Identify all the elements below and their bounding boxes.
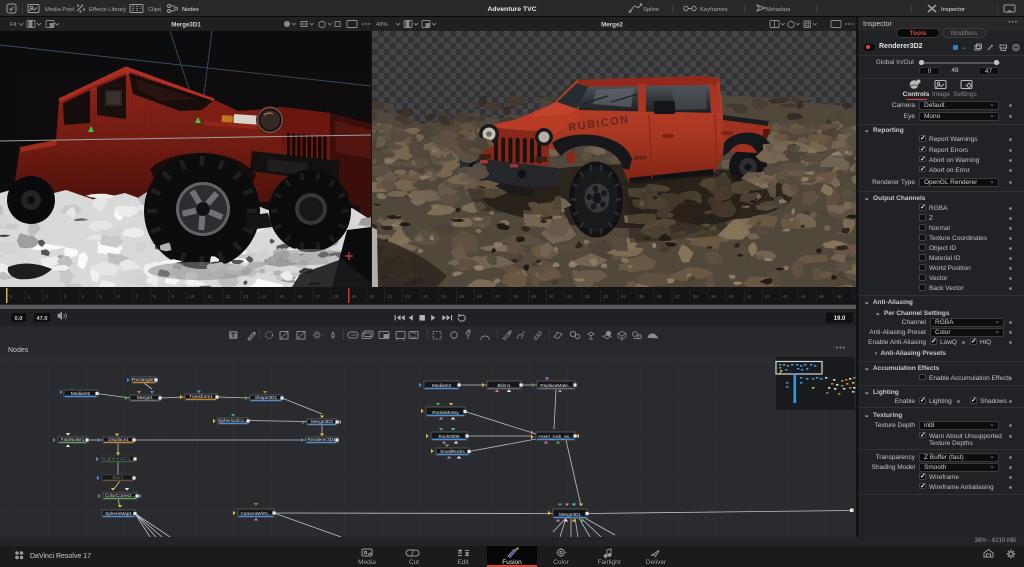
svg-text:2: 2 (45, 294, 48, 299)
svg-text:10: 10 (189, 294, 195, 299)
svg-text:6: 6 (117, 294, 120, 299)
svg-text:36: 36 (657, 294, 663, 299)
svg-text:Displace1: Displace1 (108, 437, 129, 442)
svg-text:13: 13 (243, 294, 249, 299)
svg-text:30: 30 (549, 294, 555, 299)
svg-text:Renderer3D4: Renderer3D4 (307, 437, 336, 442)
svg-text:Media Pool: Media Pool (45, 7, 74, 13)
svg-text:Spline: Spline (643, 7, 659, 13)
svg-text:Rectangle1: Rectangle1 (132, 377, 156, 382)
svg-text:44: 44 (801, 294, 807, 299)
svg-text:19.0: 19.0 (834, 316, 846, 322)
svg-text:5: 5 (99, 294, 102, 299)
svg-text:33: 33 (603, 294, 609, 299)
svg-text:19: 19 (351, 294, 357, 299)
svg-text:25: 25 (459, 294, 465, 299)
svg-text:FastNoise1: FastNoise1 (61, 437, 85, 442)
svg-text:1: 1 (27, 294, 30, 299)
svg-text:39: 39 (711, 294, 717, 299)
svg-text:Merge3D1: Merge3D1 (171, 22, 201, 29)
svg-text:Shape3D1: Shape3D1 (255, 395, 278, 400)
svg-text:SphericalCa...: SphericalCa... (218, 418, 247, 423)
svg-text:Media: Media (358, 559, 376, 566)
svg-text:Adventure TVC: Adventure TVC (487, 6, 536, 13)
svg-text:37: 37 (675, 294, 681, 299)
svg-text:Inspector: Inspector (941, 7, 965, 13)
svg-text:38: 38 (693, 294, 699, 299)
svg-text:Metadata: Metadata (766, 7, 791, 13)
svg-text:CameraWhN...: CameraWhN... (241, 511, 272, 516)
svg-text:28: 28 (513, 294, 519, 299)
svg-text:SphereMap1: SphereMap1 (105, 511, 132, 516)
svg-text:16: 16 (297, 294, 303, 299)
svg-text:43: 43 (783, 294, 789, 299)
svg-text:Keyframes: Keyframes (700, 7, 728, 13)
svg-text:Fit: Fit (10, 22, 17, 28)
svg-text:Rock0006: Rock0006 (438, 434, 460, 439)
svg-text:34: 34 (621, 294, 627, 299)
svg-text:SmallRocks: SmallRocks (440, 449, 465, 454)
svg-text:20: 20 (369, 294, 375, 299)
svg-text:49%: 49% (376, 22, 388, 28)
svg-text:47.0: 47.0 (37, 316, 48, 322)
svg-text:Merge3D2: Merge3D2 (311, 419, 333, 424)
svg-text:32: 32 (585, 294, 591, 299)
svg-text:Asset_rock_as...: Asset_rock_as... (538, 434, 573, 439)
svg-text:14: 14 (261, 294, 267, 299)
svg-text:12: 12 (225, 294, 231, 299)
svg-text:27: 27 (495, 294, 501, 299)
svg-text:Color: Color (553, 559, 569, 566)
svg-text:45: 45 (819, 294, 825, 299)
svg-text:46: 46 (837, 294, 843, 299)
svg-text:15: 15 (279, 294, 285, 299)
svg-text:29: 29 (531, 294, 537, 299)
svg-text:3: 3 (63, 294, 66, 299)
svg-text:23: 23 (423, 294, 429, 299)
svg-text:Deliver: Deliver (646, 559, 667, 566)
svg-text:0: 0 (10, 294, 13, 299)
svg-text:DaVinci Resolve 17: DaVinci Resolve 17 (30, 553, 91, 560)
svg-text:Blur1: Blur1 (113, 475, 124, 480)
svg-text:22: 22 (405, 294, 411, 299)
svg-text:RocksMossy: RocksMossy (432, 410, 459, 415)
svg-text:Edit: Edit (457, 559, 468, 566)
svg-text:Effects Library: Effects Library (89, 7, 126, 13)
svg-text:8: 8 (153, 294, 156, 299)
svg-text:11: 11 (207, 294, 212, 299)
svg-text:0.0: 0.0 (15, 316, 23, 322)
svg-text:ReplaceMate...: ReplaceMate... (540, 383, 572, 388)
svg-text:MediaIn3: MediaIn3 (432, 383, 452, 388)
svg-text:21: 21 (387, 294, 393, 299)
svg-text:Merge1: Merge1 (137, 395, 153, 400)
svg-text:Fusion: Fusion (502, 559, 522, 566)
svg-text:MediaIn5: MediaIn5 (71, 391, 91, 396)
svg-text:9: 9 (171, 294, 174, 299)
svg-text:42: 42 (765, 294, 771, 299)
svg-text:17: 17 (315, 294, 321, 299)
svg-text:Merge3D1: Merge3D1 (559, 512, 581, 517)
svg-text:Transform1: Transform1 (189, 394, 213, 399)
svg-text:ColorCorrect...: ColorCorrect... (105, 493, 135, 498)
svg-text:24: 24 (441, 294, 447, 299)
svg-text:BrightnessCo...: BrightnessCo... (102, 456, 134, 461)
svg-text:35: 35 (639, 294, 645, 299)
svg-text:31: 31 (567, 294, 573, 299)
svg-text:40: 40 (729, 294, 735, 299)
svg-text:26: 26 (477, 294, 483, 299)
svg-text:4: 4 (81, 294, 84, 299)
svg-text:47: 47 (855, 294, 856, 299)
svg-text:18: 18 (333, 294, 339, 299)
svg-text:41: 41 (747, 294, 753, 299)
svg-text:Jeep: Jeep (633, 155, 647, 162)
svg-text:7: 7 (135, 294, 138, 299)
svg-text:Nodes: Nodes (182, 7, 199, 13)
svg-text:Merge2: Merge2 (601, 22, 623, 29)
svg-text:Clips: Clips (148, 7, 161, 13)
svg-text:Cut: Cut (409, 559, 419, 566)
svg-text:Fairlight: Fairlight (597, 559, 620, 566)
svg-text:Blinn1: Blinn1 (497, 383, 510, 388)
